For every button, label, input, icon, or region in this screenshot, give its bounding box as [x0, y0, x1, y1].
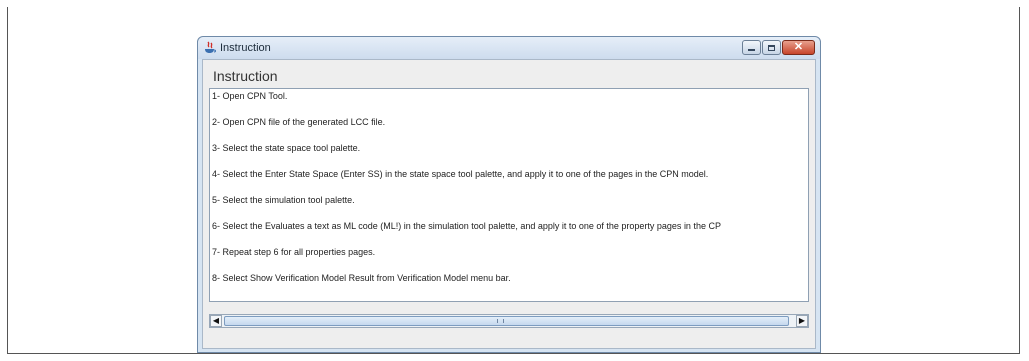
scroll-right-button[interactable]: ▶ [796, 315, 808, 327]
title-bar[interactable]: Instruction ✕ [198, 37, 820, 59]
instructions-text-area[interactable]: 1- Open CPN Tool. 2- Open CPN file of th… [209, 88, 809, 302]
horizontal-scrollbar[interactable]: ◀ ▶ [209, 314, 809, 328]
instruction-line: 3- Select the state space tool palette. [212, 143, 361, 153]
instruction-line: 8- Select Show Verification Model Result… [212, 273, 511, 283]
scroll-left-button[interactable]: ◀ [210, 315, 222, 327]
java-icon [205, 41, 216, 53]
instruction-line: 5- Select the simulation tool palette. [212, 195, 355, 205]
minimize-icon [748, 49, 755, 51]
maximize-icon [768, 44, 775, 51]
scroll-thumb[interactable] [224, 316, 789, 326]
instruction-line: 1- Open CPN Tool. [212, 91, 288, 101]
instruction-window: Instruction ✕ Instruction 1- Open CPN To… [197, 36, 821, 353]
instruction-line: 2- Open CPN file of the generated LCC fi… [212, 117, 386, 127]
close-icon: ✕ [793, 41, 804, 53]
instruction-line: 7- Repeat step 6 for all properties page… [212, 247, 376, 257]
minimize-button[interactable] [742, 40, 761, 55]
maximize-button[interactable] [762, 40, 781, 55]
window-title: Instruction [220, 42, 271, 54]
instruction-line: 4- Select the Enter State Space (Enter S… [212, 169, 709, 179]
instruction-line: 6- Select the Evaluates a text as ML cod… [212, 221, 721, 231]
grip-icon [497, 319, 504, 323]
close-button[interactable]: ✕ [782, 40, 815, 55]
panel-heading: Instruction [213, 68, 278, 84]
content-panel: Instruction 1- Open CPN Tool. 2- Open CP… [202, 59, 816, 349]
